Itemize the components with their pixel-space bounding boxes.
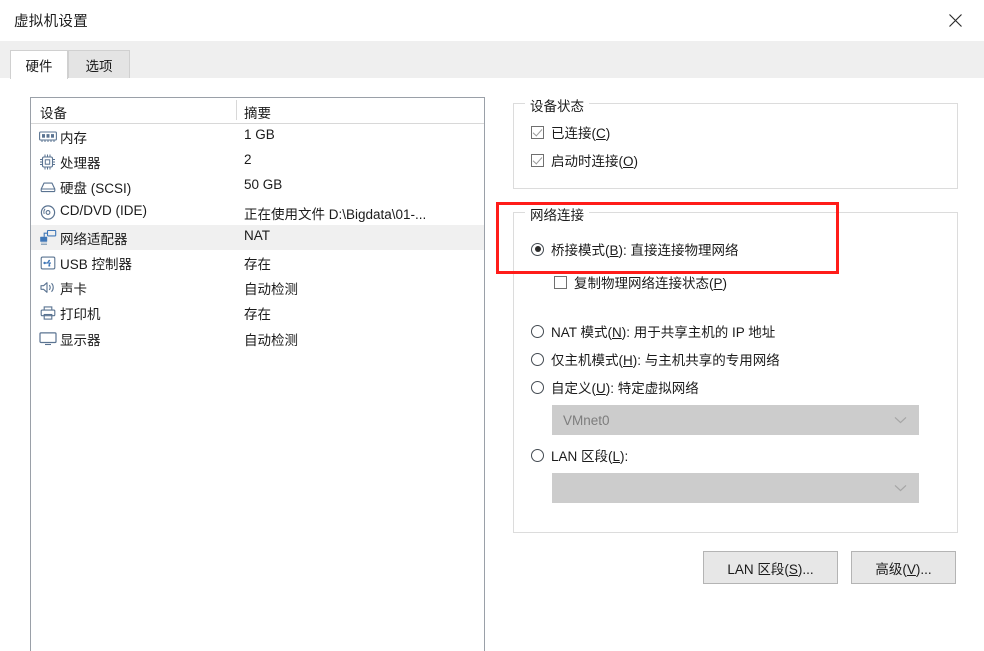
tab-hardware[interactable]: 硬件 xyxy=(10,50,68,79)
lan-segment-select[interactable] xyxy=(552,473,919,503)
device-name: 处理器 xyxy=(60,156,101,172)
sound-card-icon xyxy=(38,279,57,296)
radio-bridged[interactable]: 桥接模式(B): 直接连接物理网络 xyxy=(531,239,739,259)
lan-segments-button[interactable]: LAN 区段(S)... xyxy=(703,551,838,584)
column-header-summary: 摘要 xyxy=(244,106,271,121)
radio-nat[interactable]: NAT 模式(N): 用于共享主机的 IP 地址 xyxy=(531,321,775,341)
device-name: CD/DVD (IDE) xyxy=(60,202,147,218)
table-row[interactable]: 处理器 2 xyxy=(31,149,484,174)
device-name: 内存 xyxy=(60,131,87,146)
tab-options-label: 选项 xyxy=(85,59,113,74)
checkbox-connect-at-poweron-label: 启动时连接(O) xyxy=(551,154,639,169)
table-row[interactable]: USB 控制器 存在 xyxy=(31,250,484,275)
device-list[interactable]: 设备 摘要 内存 1 GB 处理器 2 硬盘 (SCSI) 50 GB CD/D… xyxy=(30,97,485,651)
tab-options[interactable]: 选项 xyxy=(68,50,130,79)
radio-bridged-label: 桥接模式(B): 直接连接物理网络 xyxy=(551,243,739,258)
radio-custom[interactable]: 自定义(U): 特定虚拟网络 xyxy=(531,377,699,397)
radio-lan-segment-button[interactable] xyxy=(531,448,544,462)
close-icon[interactable] xyxy=(934,4,976,36)
network-connection-legend: 网络连接 xyxy=(525,204,589,224)
display-icon xyxy=(38,330,57,347)
advanced-button-label: 高级(V)... xyxy=(875,561,932,577)
table-row-network-adapter[interactable]: 网络适配器 NAT xyxy=(31,224,484,250)
device-summary: 1 GB xyxy=(244,127,275,142)
device-name: 硬盘 (SCSI) xyxy=(60,181,132,197)
checkbox-connected-label: 已连接(C) xyxy=(551,126,611,141)
checkbox-replicate-physical-state-label: 复制物理网络连接状态(P) xyxy=(574,276,728,291)
column-header-device: 设备 xyxy=(40,106,67,121)
device-list-header: 设备 摘要 xyxy=(31,98,484,124)
tab-strip: 硬件 选项 xyxy=(0,41,984,80)
checkbox-connect-at-poweron-box[interactable] xyxy=(531,153,544,167)
device-name: USB 控制器 xyxy=(60,256,133,272)
radio-lan-segment[interactable]: LAN 区段(L): xyxy=(531,445,628,465)
device-summary: 存在 xyxy=(244,256,271,272)
title-bar: 虚拟机设置 xyxy=(0,0,984,41)
radio-nat-button[interactable] xyxy=(531,324,544,338)
network-connection-group: 网络连接 桥接模式(B): 直接连接物理网络 复制物理网络连接状态(P) NAT… xyxy=(513,204,958,533)
table-row[interactable]: 硬盘 (SCSI) 50 GB xyxy=(31,174,484,199)
printer-icon xyxy=(38,304,57,321)
vmnet-select-value: VMnet0 xyxy=(563,412,610,428)
radio-host-only-label: 仅主机模式(H): 与主机共享的专用网络 xyxy=(551,353,780,368)
device-summary: 自动检测 xyxy=(244,282,298,298)
vmnet-select[interactable]: VMnet0 xyxy=(552,405,919,435)
radio-nat-label: NAT 模式(N): 用于共享主机的 IP 地址 xyxy=(551,325,776,340)
radio-host-only[interactable]: 仅主机模式(H): 与主机共享的专用网络 xyxy=(531,349,780,369)
memory-icon xyxy=(38,128,57,145)
checkbox-connected[interactable]: 已连接(C) xyxy=(531,122,610,142)
table-row[interactable]: 显示器 自动检测 xyxy=(31,326,484,351)
checkbox-replicate-physical-state[interactable]: 复制物理网络连接状态(P) xyxy=(554,272,727,292)
table-row[interactable]: 声卡 自动检测 xyxy=(31,275,484,300)
processor-icon xyxy=(38,153,57,170)
device-summary: 存在 xyxy=(244,307,271,323)
radio-lan-segment-label: LAN 区段(L): xyxy=(551,449,629,464)
lan-segments-button-label: LAN 区段(S)... xyxy=(727,561,814,577)
advanced-button[interactable]: 高级(V)... xyxy=(851,551,956,584)
device-summary: 2 xyxy=(244,152,252,168)
radio-host-only-button[interactable] xyxy=(531,352,544,366)
device-summary: NAT xyxy=(244,227,270,243)
device-summary: 正在使用文件 D:\Bigdata\01-... xyxy=(244,206,427,222)
device-status-legend: 设备状态 xyxy=(525,95,589,115)
device-summary: 50 GB xyxy=(244,177,283,193)
harddisk-icon xyxy=(38,178,57,195)
device-status-group: 设备状态 已连接(C) 启动时连接(O) xyxy=(513,95,958,189)
radio-bridged-button[interactable] xyxy=(531,242,544,256)
checkbox-connect-at-poweron[interactable]: 启动时连接(O) xyxy=(531,150,638,170)
checkbox-replicate-physical-state-box[interactable] xyxy=(554,275,567,289)
radio-custom-button[interactable] xyxy=(531,380,544,394)
device-name: 打印机 xyxy=(60,307,101,323)
chevron-down-icon xyxy=(894,416,907,424)
cddvd-icon xyxy=(38,204,57,221)
page-title: 虚拟机设置 xyxy=(14,14,88,30)
column-divider xyxy=(236,100,237,120)
device-name: 显示器 xyxy=(60,332,101,348)
network-adapter-icon xyxy=(38,229,57,246)
device-summary: 自动检测 xyxy=(244,332,298,348)
device-name: 声卡 xyxy=(60,282,87,298)
table-row[interactable]: 内存 1 GB xyxy=(31,124,484,149)
checkbox-connected-box[interactable] xyxy=(531,125,544,139)
table-row[interactable]: 打印机 存在 xyxy=(31,300,484,325)
device-name: 网络适配器 xyxy=(60,231,128,247)
table-row[interactable]: CD/DVD (IDE) 正在使用文件 D:\Bigdata\01-... xyxy=(31,200,484,225)
chevron-down-icon xyxy=(894,484,907,492)
tab-hardware-label: 硬件 xyxy=(25,59,53,74)
usb-icon xyxy=(38,254,57,271)
radio-custom-label: 自定义(U): 特定虚拟网络 xyxy=(551,381,699,396)
